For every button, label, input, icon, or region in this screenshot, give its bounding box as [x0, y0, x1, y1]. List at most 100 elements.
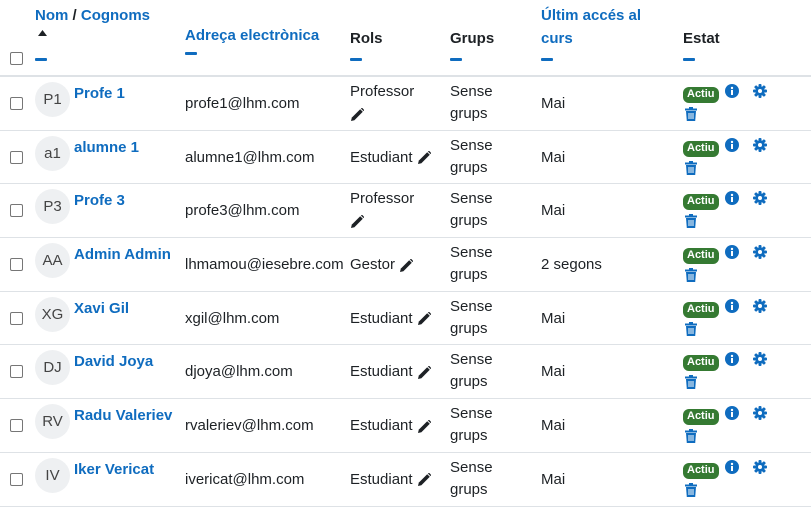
- info-icon[interactable]: [725, 298, 739, 313]
- header-status-label: Estat: [683, 30, 720, 47]
- gear-icon[interactable]: [753, 84, 767, 98]
- user-name-link[interactable]: Profe 3: [74, 192, 125, 209]
- info-icon[interactable]: [725, 406, 739, 421]
- table-row: IV Iker Vericat ivericat@lhm.com Estudia…: [0, 453, 811, 507]
- groups-text: Sense grups: [450, 244, 493, 284]
- pencil-icon[interactable]: [417, 308, 431, 330]
- row-select-checkbox[interactable]: [10, 204, 23, 218]
- role-cell: Estudiant: [350, 415, 431, 437]
- select-all-checkbox[interactable]: [10, 52, 23, 65]
- user-name-link[interactable]: Radu Valeriev: [74, 407, 172, 424]
- email-text: profe3@lhm.com: [185, 202, 300, 220]
- role-text: Professor: [350, 190, 415, 208]
- avatar: RV: [35, 404, 70, 440]
- collapse-last-access-column[interactable]: [541, 58, 553, 61]
- pencil-icon[interactable]: [400, 254, 414, 276]
- trash-icon[interactable]: [685, 321, 697, 336]
- groups-text: Sense grups: [450, 405, 493, 445]
- gear-icon[interactable]: [753, 245, 767, 260]
- sort-surname-link[interactable]: Cognoms: [81, 7, 150, 24]
- info-icon[interactable]: [725, 137, 739, 152]
- row-select-checkbox[interactable]: [10, 258, 23, 272]
- row-select-checkbox[interactable]: [10, 472, 23, 486]
- trash-icon[interactable]: [685, 160, 697, 175]
- last-access-text: Mai: [541, 363, 566, 381]
- user-name-link[interactable]: Xavi Gil: [74, 300, 129, 317]
- status-badge: Actiu: [683, 87, 719, 103]
- table-row: AA Admin Admin lhmamou@iesebre.com Gesto…: [0, 238, 811, 292]
- user-name-link[interactable]: David Joya: [74, 353, 153, 370]
- trash-icon[interactable]: [685, 375, 697, 390]
- info-icon[interactable]: [725, 459, 739, 474]
- collapse-groups-column[interactable]: [450, 58, 462, 61]
- header-last-access: Últim accés al curs: [541, 4, 661, 61]
- avatar: P1: [35, 82, 70, 117]
- user-name-link[interactable]: Profe 1: [74, 85, 125, 102]
- pencil-icon[interactable]: [351, 210, 430, 232]
- role-text: Estudiant: [350, 417, 413, 435]
- collapse-roles-column[interactable]: [350, 58, 362, 61]
- last-access-text: Mai: [541, 309, 566, 327]
- row-select-checkbox[interactable]: [10, 311, 23, 325]
- role-cell: Estudiant: [350, 308, 431, 330]
- table-row: DJ David Joya djoya@lhm.com Estudiant Se…: [0, 345, 811, 400]
- pencil-icon[interactable]: [417, 361, 431, 383]
- status-badge: Actiu: [683, 248, 719, 265]
- groups-text: Sense grups: [450, 83, 493, 122]
- trash-icon[interactable]: [685, 429, 697, 444]
- gear-icon[interactable]: [753, 352, 767, 367]
- user-name-link[interactable]: Iker Vericat: [74, 461, 154, 478]
- pencil-icon[interactable]: [417, 415, 431, 437]
- info-icon[interactable]: [725, 84, 739, 98]
- table-header: Nom / Cognoms Adreça electrònica Rols Gr…: [0, 0, 811, 77]
- sort-last-access-link[interactable]: Últim accés al curs: [541, 7, 641, 47]
- header-roles-label: Rols: [350, 30, 383, 47]
- trash-icon[interactable]: [685, 482, 697, 497]
- collapse-name-column[interactable]: [35, 58, 47, 61]
- collapse-status-column[interactable]: [683, 58, 695, 61]
- gear-icon[interactable]: [753, 459, 767, 474]
- header-groups-label: Grups: [450, 30, 495, 47]
- row-select-checkbox[interactable]: [10, 419, 23, 433]
- email-text: profe1@lhm.com: [185, 95, 300, 112]
- sort-name-link[interactable]: Nom: [35, 7, 68, 24]
- email-text: ivericat@lhm.com: [185, 470, 305, 488]
- info-icon[interactable]: [725, 191, 739, 206]
- info-icon[interactable]: [725, 352, 739, 367]
- header-status: Estat: [683, 27, 720, 61]
- info-icon[interactable]: [725, 245, 739, 260]
- row-select-checkbox[interactable]: [10, 365, 23, 379]
- user-name-link[interactable]: Admin Admin: [74, 246, 171, 263]
- header-roles: Rols: [350, 27, 383, 61]
- role-cell: Estudiant: [350, 147, 431, 169]
- trash-icon[interactable]: [685, 107, 697, 121]
- pencil-icon[interactable]: [417, 469, 431, 491]
- gear-icon[interactable]: [753, 137, 767, 152]
- role-cell: Professor: [350, 188, 430, 232]
- gear-icon[interactable]: [753, 406, 767, 421]
- role-cell: Estudiant: [350, 469, 431, 491]
- pencil-icon[interactable]: [417, 147, 431, 169]
- role-text: Estudiant: [350, 148, 413, 166]
- trash-icon[interactable]: [685, 268, 697, 283]
- groups-text: Sense grups: [450, 190, 493, 230]
- trash-icon[interactable]: [685, 214, 697, 229]
- pencil-icon[interactable]: [351, 103, 430, 125]
- status-badge: Actiu: [683, 301, 719, 318]
- last-access-text: 2 segons: [541, 256, 602, 274]
- gear-icon[interactable]: [753, 191, 767, 206]
- status-badge: Actiu: [683, 355, 719, 372]
- avatar: IV: [35, 457, 70, 493]
- row-select-checkbox[interactable]: [10, 150, 23, 164]
- user-name-link[interactable]: alumne 1: [74, 139, 139, 156]
- row-select-checkbox[interactable]: [10, 97, 23, 110]
- avatar: XG: [35, 296, 70, 332]
- status-badge: Actiu: [683, 462, 719, 479]
- sort-email-link[interactable]: Adreça electrònica: [185, 27, 319, 44]
- avatar: P3: [35, 189, 70, 225]
- last-access-text: Mai: [541, 95, 566, 112]
- gear-icon[interactable]: [753, 298, 767, 313]
- avatar: DJ: [35, 350, 70, 386]
- collapse-email-column[interactable]: [185, 52, 197, 55]
- role-text: Professor: [350, 83, 415, 100]
